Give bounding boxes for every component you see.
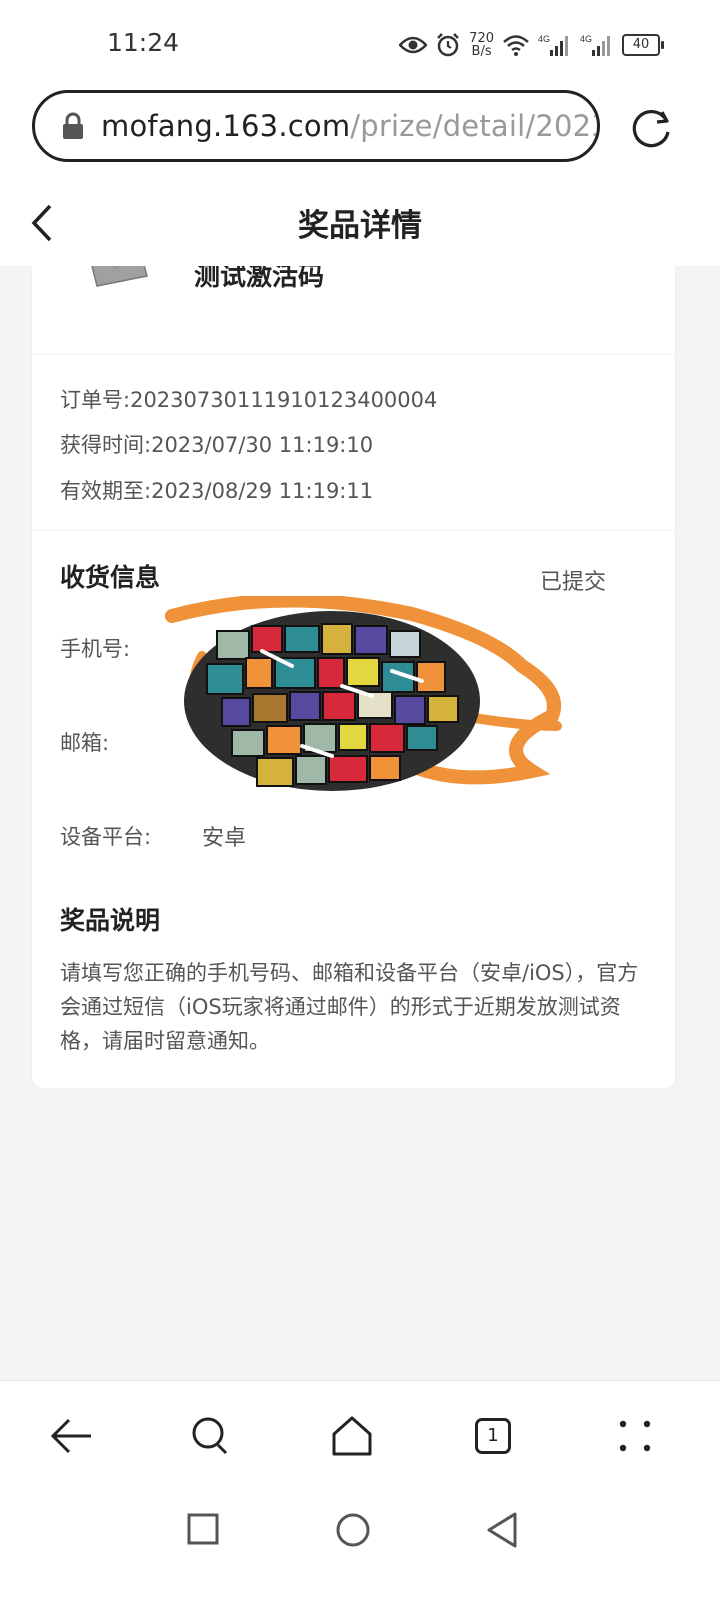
platform-value: 安卓 <box>202 826 247 851</box>
shipping-info-title: 收货信息 <box>60 563 161 592</box>
phone-label: 手机号: <box>60 637 131 661</box>
lock-icon <box>63 112 83 139</box>
network-speed-unit: B/s <box>471 44 492 59</box>
prize-detail-card: 测试激活码 订单号:20230730111910123400004 获得时间:2… <box>31 266 676 1089</box>
reload-icon[interactable] <box>630 106 674 150</box>
obtained-time-value: 2023/07/30 11:19:10 <box>151 433 374 457</box>
status-time: 11:24 <box>107 28 180 57</box>
platform-label: 设备平台: <box>60 825 152 849</box>
tab-count: 1 <box>475 1418 511 1454</box>
prize-description-title: 奖品说明 <box>60 906 161 935</box>
product-envelope-image <box>91 266 148 287</box>
divider <box>32 354 675 355</box>
page-header: 奖品详情 <box>0 178 720 266</box>
signal-icon-secondary: 4G <box>580 32 614 58</box>
obtained-time-label: 获得时间: <box>60 433 152 457</box>
system-navigation-bar <box>0 1492 720 1600</box>
email-label: 邮箱: <box>60 731 110 755</box>
eye-icon <box>399 35 428 55</box>
redaction-scribble <box>165 596 562 791</box>
valid-until-row: 有效期至:2023/08/29 11:19:11 <box>60 475 373 505</box>
network-speed: 720 B/s <box>469 32 494 58</box>
recents-square-icon[interactable] <box>184 1510 224 1550</box>
url-text: mofang.163.com/prize/detail/2023 <box>101 109 600 143</box>
divider <box>32 530 675 531</box>
valid-until-value: 2023/08/29 11:19:11 <box>151 479 374 503</box>
valid-until-label: 有效期至: <box>60 479 152 503</box>
tabs-button[interactable]: 1 <box>468 1411 518 1461</box>
order-number-label: 订单号: <box>60 388 131 412</box>
back-triangle-icon[interactable] <box>483 1510 523 1550</box>
battery-icon: 40 <box>622 34 664 56</box>
back-button[interactable] <box>46 1411 96 1461</box>
order-number-row: 订单号:20230730111910123400004 <box>60 384 437 414</box>
home-icon <box>332 1416 372 1456</box>
order-number-value: 20230730111910123400004 <box>130 388 438 412</box>
signal-icon: 4G <box>538 32 572 58</box>
signal-label: 4G <box>580 34 592 44</box>
search-icon <box>192 1417 228 1455</box>
wifi-icon <box>502 33 530 57</box>
alarm-icon <box>435 32 461 58</box>
product-name: 测试激活码 <box>194 266 325 292</box>
obtained-time-row: 获得时间:2023/07/30 11:19:10 <box>60 429 373 459</box>
status-bar: 11:24 720 B/s 4G 4G 40 <box>0 0 720 88</box>
prize-description-text: 请填写您正确的手机号码、邮箱和设备平台（安卓/iOS），官方会通过短信（iOS玩… <box>60 961 639 1053</box>
search-button[interactable] <box>186 1411 236 1461</box>
home-button[interactable] <box>327 1411 377 1461</box>
address-bar[interactable]: mofang.163.com/prize/detail/2023 <box>32 90 600 162</box>
url-host: mofang.163.com <box>101 109 351 143</box>
url-path: /prize/detail/2023 <box>350 109 600 143</box>
menu-button[interactable] <box>610 1411 660 1461</box>
browser-bottom-nav: 1 <box>0 1380 720 1493</box>
submitted-status: 已提交 <box>540 570 607 595</box>
back-arrow-icon <box>50 1418 91 1454</box>
signal-label: 4G <box>538 34 550 44</box>
home-circle-icon[interactable] <box>333 1510 373 1550</box>
more-dots-icon <box>619 1420 651 1452</box>
page-title: 奖品详情 <box>298 208 422 244</box>
browser-toolbar: mofang.163.com/prize/detail/2023 <box>0 88 720 178</box>
status-icons: 720 B/s 4G 4G 40 <box>399 28 664 62</box>
